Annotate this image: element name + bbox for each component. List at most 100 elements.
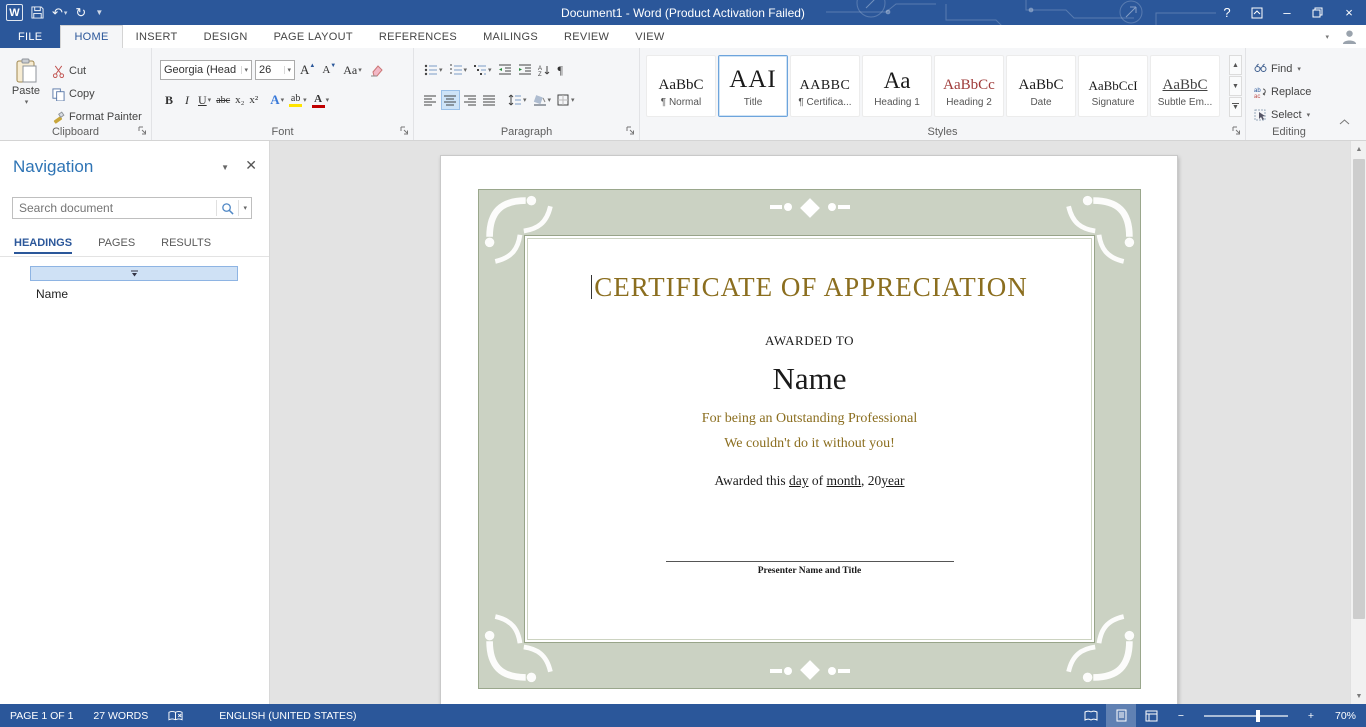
page-count-indicator[interactable]: PAGE 1 OF 1 bbox=[0, 704, 83, 727]
ribbon-display-options-button[interactable] bbox=[1242, 0, 1272, 25]
certificate-title[interactable]: CERTIFICATE OF APPRECIATION bbox=[523, 272, 1096, 303]
borders-dropdown-icon[interactable]: ▾ bbox=[571, 96, 575, 104]
avatar[interactable] bbox=[1341, 28, 1358, 45]
zoom-slider[interactable] bbox=[1204, 715, 1288, 717]
cut-button[interactable]: Cut bbox=[52, 61, 86, 81]
bullets-dropdown-icon[interactable]: ▾ bbox=[439, 66, 443, 74]
paste-button[interactable]: Paste ▾ bbox=[5, 56, 47, 122]
heading-item-name[interactable]: Name bbox=[36, 287, 68, 301]
shading-button[interactable]: ▾ bbox=[531, 90, 554, 110]
nav-tab-pages[interactable]: PAGES bbox=[98, 237, 135, 254]
year-placeholder[interactable]: year bbox=[881, 473, 904, 488]
bullets-button[interactable]: ▾ bbox=[422, 60, 445, 80]
scroll-down-button[interactable]: ▼ bbox=[1351, 688, 1366, 704]
search-input[interactable] bbox=[13, 201, 216, 215]
font-color-dropdown-icon[interactable]: ▾ bbox=[326, 96, 330, 104]
undo-button[interactable]: ↶▾ bbox=[52, 5, 67, 21]
increase-indent-button[interactable] bbox=[516, 60, 534, 80]
tab-page-layout[interactable]: PAGE LAYOUT bbox=[261, 25, 366, 48]
subtitle-line2[interactable]: We couldn't do it without you! bbox=[523, 436, 1096, 452]
style-subtle-emphasis[interactable]: AaBbCSubtle Em... bbox=[1150, 55, 1220, 117]
navigation-options-dropdown-icon[interactable]: ▼ bbox=[221, 163, 229, 172]
text-effects-button[interactable]: A▾ bbox=[268, 90, 286, 110]
show-hide-marks-button[interactable]: ¶ bbox=[556, 60, 565, 80]
presenter-text[interactable]: Presenter Name and Title bbox=[523, 566, 1096, 576]
style-signature[interactable]: AaBbCcISignature bbox=[1078, 55, 1148, 117]
zoom-level[interactable]: 70% bbox=[1326, 710, 1366, 722]
shading-dropdown-icon[interactable]: ▾ bbox=[548, 96, 552, 104]
day-placeholder[interactable]: day bbox=[789, 473, 809, 488]
align-right-button[interactable] bbox=[462, 90, 479, 110]
navigation-close-icon[interactable]: ✕ bbox=[245, 157, 257, 174]
selected-heading-bar[interactable] bbox=[30, 266, 238, 281]
styles-scroll-up-button[interactable]: ▲ bbox=[1229, 55, 1242, 75]
highlight-button[interactable]: ab▾ bbox=[287, 90, 309, 110]
close-button[interactable]: × bbox=[1332, 0, 1366, 25]
justify-button[interactable] bbox=[481, 90, 498, 110]
document-page[interactable]: CERTIFICATE OF APPRECIATION AWARDED TO N… bbox=[440, 155, 1178, 704]
zoom-in-button[interactable]: + bbox=[1296, 704, 1326, 727]
tab-references[interactable]: REFERENCES bbox=[366, 25, 470, 48]
word-app-icon[interactable]: W bbox=[6, 4, 23, 21]
superscript-button[interactable]: x² bbox=[247, 90, 260, 110]
tab-review[interactable]: REVIEW bbox=[551, 25, 622, 48]
tab-insert[interactable]: INSERT bbox=[123, 25, 191, 48]
tab-file[interactable]: FILE bbox=[0, 25, 60, 48]
style-heading2[interactable]: AaBbCcHeading 2 bbox=[934, 55, 1004, 117]
align-center-button[interactable] bbox=[441, 90, 460, 110]
font-size-combo[interactable]: 26▾ bbox=[255, 60, 295, 80]
subtitle-line1[interactable]: For being an Outstanding Professional bbox=[523, 411, 1096, 427]
web-layout-button[interactable] bbox=[1136, 704, 1166, 727]
help-button[interactable]: ? bbox=[1212, 0, 1242, 25]
search-dropdown-icon[interactable]: ▾ bbox=[238, 200, 251, 216]
collapse-ribbon-button[interactable] bbox=[1339, 118, 1350, 126]
copy-button[interactable]: Copy bbox=[52, 84, 95, 104]
multilevel-dropdown-icon[interactable]: ▾ bbox=[488, 66, 492, 74]
underline-dropdown-icon[interactable]: ▾ bbox=[208, 96, 212, 104]
tab-mailings[interactable]: MAILINGS bbox=[470, 25, 551, 48]
find-button[interactable]: Find▾ bbox=[1254, 60, 1301, 78]
tab-view[interactable]: VIEW bbox=[622, 25, 677, 48]
format-painter-button[interactable]: Format Painter bbox=[52, 107, 142, 127]
change-case-dropdown-icon[interactable]: ▾ bbox=[358, 66, 362, 74]
zoom-slider-thumb[interactable] bbox=[1256, 710, 1260, 722]
clipboard-dialog-launcher[interactable] bbox=[137, 125, 148, 136]
language-indicator[interactable]: ENGLISH (UNITED STATES) bbox=[209, 704, 366, 727]
style-certificate[interactable]: AABBC¶ Certifica... bbox=[790, 55, 860, 117]
grow-font-button[interactable]: A▲ bbox=[298, 60, 317, 80]
sort-button[interactable]: AZ bbox=[536, 60, 554, 80]
select-dropdown-icon[interactable]: ▾ bbox=[1307, 111, 1311, 119]
font-size-dropdown-icon[interactable]: ▾ bbox=[284, 66, 291, 74]
customize-qat-button[interactable]: ▼ bbox=[94, 8, 103, 17]
find-dropdown-icon[interactable]: ▾ bbox=[1297, 65, 1301, 73]
proofing-status[interactable] bbox=[158, 704, 193, 727]
awarded-date-line[interactable]: Awarded this day of month, 20year bbox=[523, 473, 1096, 489]
line-spacing-button[interactable]: ▾ bbox=[506, 90, 529, 110]
bold-button[interactable]: B bbox=[160, 90, 178, 110]
select-button[interactable]: Select▾ bbox=[1254, 106, 1310, 124]
print-layout-button[interactable] bbox=[1106, 704, 1136, 727]
search-button[interactable] bbox=[216, 200, 238, 216]
styles-scroll-down-button[interactable]: ▼ bbox=[1229, 76, 1242, 96]
italic-button[interactable]: I bbox=[179, 90, 195, 110]
save-button[interactable] bbox=[31, 6, 44, 19]
numbering-dropdown-icon[interactable]: ▾ bbox=[464, 66, 468, 74]
styles-more-button[interactable]: ▼ bbox=[1229, 97, 1242, 117]
word-count-indicator[interactable]: 27 WORDS bbox=[83, 704, 158, 727]
style-heading1[interactable]: AaHeading 1 bbox=[862, 55, 932, 117]
borders-button[interactable]: ▾ bbox=[555, 90, 577, 110]
font-color-button[interactable]: A▾ bbox=[310, 90, 332, 110]
tab-design[interactable]: DESIGN bbox=[191, 25, 261, 48]
style-date[interactable]: AaBbCDate bbox=[1006, 55, 1076, 117]
vertical-scrollbar[interactable]: ▲ ▼ bbox=[1350, 141, 1366, 704]
zoom-out-button[interactable]: − bbox=[1166, 704, 1196, 727]
recipient-name-text[interactable]: Name bbox=[523, 361, 1096, 397]
style-title[interactable]: AAITitle bbox=[718, 55, 788, 117]
decrease-indent-button[interactable] bbox=[496, 60, 514, 80]
nav-tab-headings[interactable]: HEADINGS bbox=[14, 237, 72, 254]
account-dropdown-icon[interactable]: ▾ bbox=[1325, 33, 1329, 41]
font-name-combo[interactable]: Georgia (Head▾ bbox=[160, 60, 252, 80]
clear-formatting-button[interactable] bbox=[367, 60, 385, 80]
font-name-dropdown-icon[interactable]: ▾ bbox=[241, 66, 248, 74]
nav-tab-results[interactable]: RESULTS bbox=[161, 237, 211, 254]
